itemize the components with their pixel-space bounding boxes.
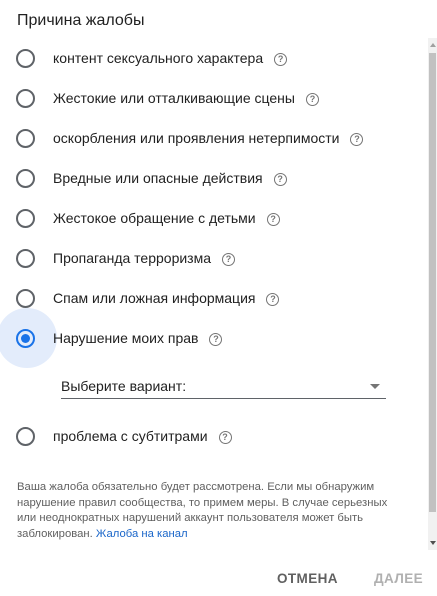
- dialog-title: Причина жалобы: [17, 12, 145, 29]
- option-terrorism[interactable]: Пропаганда терроризма?: [0, 238, 428, 278]
- help-icon[interactable]: ?: [266, 293, 280, 306]
- dialog-footer: ОТМЕНА ДАЛЕЕ: [0, 551, 437, 596]
- scroll-up-arrow-icon[interactable]: [430, 43, 436, 47]
- radio-button[interactable]: [16, 426, 35, 446]
- radio-button[interactable]: [16, 288, 35, 308]
- help-icon[interactable]: ?: [350, 133, 364, 146]
- notice-text: Ваша жалоба обязательно будет рассмотрен…: [17, 481, 388, 540]
- dropdown-arrow-icon[interactable]: [370, 384, 380, 389]
- option-subtitles[interactable]: проблема с субтитрами?: [0, 416, 428, 456]
- option-label: Спам или ложная информация: [53, 290, 256, 306]
- radio-button[interactable]: [16, 48, 35, 68]
- option-label: контент сексуального характера: [53, 50, 264, 66]
- option-harmful-acts[interactable]: Вредные или опасные действия?: [0, 158, 428, 198]
- help-icon[interactable]: ?: [209, 333, 223, 346]
- option-label: Жестокие или отталкивающие сцены: [53, 90, 295, 106]
- option-sexual-content[interactable]: контент сексуального характера?: [0, 38, 428, 78]
- help-icon[interactable]: ?: [222, 253, 235, 266]
- help-icon[interactable]: ?: [273, 173, 287, 186]
- option-violent-scenes[interactable]: Жестокие или отталкивающие сцены?: [0, 78, 428, 118]
- scrollbar-thumb[interactable]: [429, 53, 436, 512]
- options-list: контент сексуального характера? Жестокие…: [0, 38, 428, 550]
- option-hate-speech[interactable]: оскорбления или проявления нетерпимости?: [0, 118, 428, 158]
- option-label: проблема с субтитрами: [53, 428, 208, 444]
- next-button[interactable]: ДАЛЕЕ: [374, 571, 423, 586]
- option-label: оскорбления или проявления нетерпимости: [53, 130, 340, 146]
- option-rights-violation[interactable]: Нарушение моих прав?: [0, 308, 428, 368]
- option-label: Пропаганда терроризма: [53, 250, 211, 266]
- help-icon[interactable]: ?: [305, 93, 319, 106]
- option-label: Нарушение моих прав: [53, 330, 199, 346]
- radio-button[interactable]: [16, 88, 35, 108]
- select-value: Выберите вариант:: [61, 378, 187, 394]
- radio-button[interactable]: [16, 248, 35, 268]
- radio-button-selected[interactable]: [16, 328, 35, 348]
- help-icon[interactable]: ?: [218, 431, 232, 444]
- help-icon[interactable]: ?: [266, 213, 280, 226]
- radio-button[interactable]: [16, 168, 35, 188]
- help-icon[interactable]: ?: [274, 53, 288, 66]
- report-channel-link[interactable]: Жалоба на канал: [96, 528, 188, 540]
- report-dialog: Причина жалобы контент сексуального хара…: [0, 0, 437, 596]
- variant-select[interactable]: Выберите вариант:: [61, 374, 386, 399]
- option-label: Жестокое обращение с детьми: [53, 210, 256, 226]
- option-spam[interactable]: Спам или ложная информация?: [0, 278, 428, 318]
- scrollbar[interactable]: [428, 38, 437, 550]
- radio-button[interactable]: [16, 208, 35, 228]
- radio-button[interactable]: [16, 128, 35, 148]
- scroll-down-arrow-icon[interactable]: [430, 541, 436, 545]
- option-label: Вредные или опасные действия: [53, 170, 263, 186]
- option-child-abuse[interactable]: Жестокое обращение с детьми?: [0, 198, 428, 238]
- cancel-button[interactable]: ОТМЕНА: [277, 571, 338, 586]
